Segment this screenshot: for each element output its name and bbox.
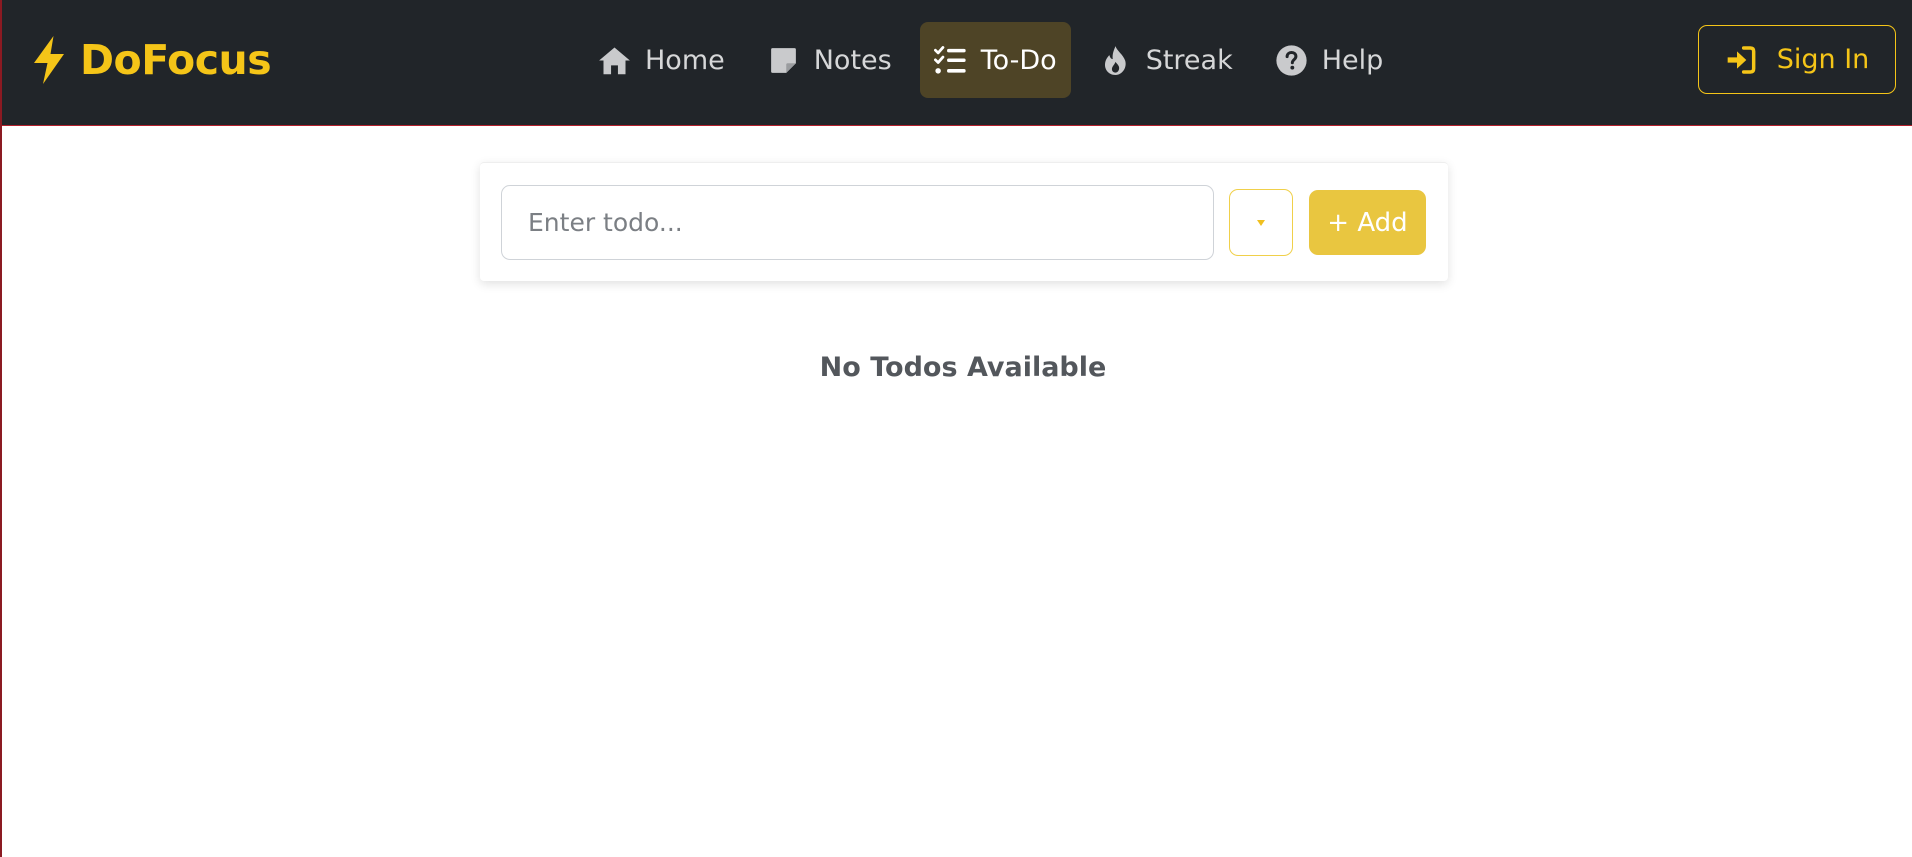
lightning-bolt-icon	[34, 36, 64, 84]
home-icon	[598, 44, 631, 77]
nav-item-todo[interactable]: To-Do	[919, 22, 1071, 98]
nav-item-label: Help	[1321, 44, 1384, 76]
brand-name: DoFocus	[80, 36, 272, 84]
top-navbar: DoFocus Home Notes To-Do Streak Help Sig…	[2, 0, 1912, 126]
page: DoFocus Home Notes To-Do Streak Help Sig…	[0, 0, 1912, 857]
note-icon	[767, 44, 800, 77]
add-todo-card: + Add	[480, 162, 1448, 281]
nav-item-home[interactable]: Home	[584, 22, 739, 98]
nav-item-label: To-Do	[980, 44, 1057, 76]
nav-item-label: Notes	[813, 44, 892, 76]
flame-icon	[1099, 44, 1132, 77]
caret-down-icon	[1257, 219, 1265, 226]
add-todo-button[interactable]: + Add	[1309, 190, 1426, 255]
todo-input[interactable]	[501, 185, 1214, 260]
sign-in-label: Sign In	[1776, 44, 1870, 75]
brand-link[interactable]: DoFocus	[30, 32, 272, 88]
nav-item-notes[interactable]: Notes	[753, 22, 906, 98]
question-circle-icon	[1275, 44, 1308, 77]
main-nav: Home Notes To-Do Streak Help	[584, 22, 1411, 98]
nav-item-label: Home	[645, 44, 725, 76]
empty-state-message: No Todos Available	[819, 352, 1107, 383]
nav-item-help[interactable]: Help	[1261, 22, 1398, 98]
sign-in-button[interactable]: Sign In	[1698, 25, 1896, 94]
sign-in-icon	[1725, 44, 1757, 76]
priority-dropdown-button[interactable]	[1229, 189, 1293, 256]
nav-item-streak[interactable]: Streak	[1085, 22, 1247, 98]
nav-item-label: Streak	[1145, 44, 1233, 76]
checklist-icon	[933, 44, 967, 77]
